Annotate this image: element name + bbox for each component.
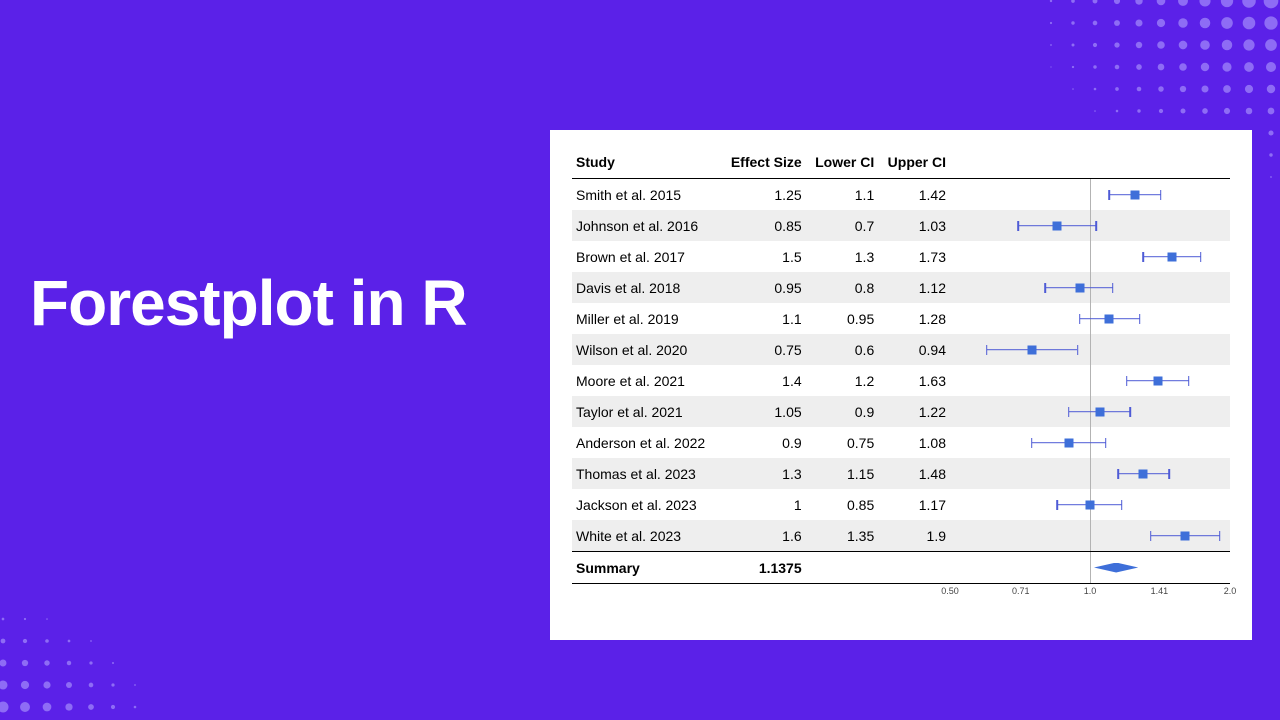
study-name: Johnson et al. 2016: [572, 210, 720, 241]
upper-ci: 1.17: [878, 489, 950, 520]
ci-plot: [950, 210, 1230, 241]
ci-plot: [950, 365, 1230, 396]
axis-tick: 1.0: [1084, 586, 1097, 596]
summary-plot: [950, 552, 1230, 584]
effect-size: 1.5: [720, 241, 805, 272]
effect-size: 0.95: [720, 272, 805, 303]
ci-plot: [950, 458, 1230, 489]
effect-size: 0.75: [720, 334, 805, 365]
effect-size: 1.1: [720, 303, 805, 334]
study-name: White et al. 2023: [572, 520, 720, 552]
effect-size: 1.6: [720, 520, 805, 552]
table-row: Brown et al. 20171.51.31.73: [572, 241, 1230, 272]
upper-ci: 1.28: [878, 303, 950, 334]
axis-tick: 1.41: [1151, 586, 1169, 596]
ci-plot: [950, 489, 1230, 520]
summary-row: Summary1.1375: [572, 552, 1230, 584]
table-row: Davis et al. 20180.950.81.12: [572, 272, 1230, 303]
axis-tick: 0.71: [1012, 586, 1030, 596]
col-study: Study: [572, 148, 720, 179]
effect-size: 1.25: [720, 179, 805, 211]
upper-ci: 1.63: [878, 365, 950, 396]
axis-tick: 2.0: [1224, 586, 1237, 596]
table-row: Thomas et al. 20231.31.151.48: [572, 458, 1230, 489]
upper-ci: 1.48: [878, 458, 950, 489]
study-name: Thomas et al. 2023: [572, 458, 720, 489]
study-name: Miller et al. 2019: [572, 303, 720, 334]
lower-ci: 0.9: [806, 396, 879, 427]
table-row: Smith et al. 20151.251.11.42: [572, 179, 1230, 211]
table-row: Taylor et al. 20211.050.91.22: [572, 396, 1230, 427]
upper-ci: 1.9: [878, 520, 950, 552]
ci-plot: [950, 520, 1230, 552]
ci-plot: [950, 272, 1230, 303]
upper-ci: 1.73: [878, 241, 950, 272]
upper-ci: 1.42: [878, 179, 950, 211]
axis-tick: 0.50: [941, 586, 959, 596]
table-row: White et al. 20231.61.351.9: [572, 520, 1230, 552]
table-row: Anderson et al. 20220.90.751.08: [572, 427, 1230, 458]
effect-size: 1.05: [720, 396, 805, 427]
table-row: Moore et al. 20211.41.21.63: [572, 365, 1230, 396]
decorative-dots-bottom: [0, 520, 270, 720]
ci-plot: [950, 396, 1230, 427]
upper-ci: 1.03: [878, 210, 950, 241]
table-row: Wilson et al. 20200.750.60.94: [572, 334, 1230, 365]
study-name: Jackson et al. 2023: [572, 489, 720, 520]
lower-ci: 1.2: [806, 365, 879, 396]
ci-plot: [950, 303, 1230, 334]
forestplot-panel: Study Effect Size Lower CI Upper CI Smit…: [550, 130, 1252, 640]
study-name: Taylor et al. 2021: [572, 396, 720, 427]
ci-plot: [950, 179, 1230, 211]
table-row: Johnson et al. 20160.850.71.03: [572, 210, 1230, 241]
col-upper: Upper CI: [878, 148, 950, 179]
ci-plot: [950, 241, 1230, 272]
upper-ci: 0.94: [878, 334, 950, 365]
summary-label: Summary: [572, 552, 720, 584]
lower-ci: 0.7: [806, 210, 879, 241]
col-lower: Lower CI: [806, 148, 879, 179]
effect-size: 1.4: [720, 365, 805, 396]
lower-ci: 0.75: [806, 427, 879, 458]
lower-ci: 0.8: [806, 272, 879, 303]
upper-ci: 1.12: [878, 272, 950, 303]
upper-ci: 1.22: [878, 396, 950, 427]
study-name: Davis et al. 2018: [572, 272, 720, 303]
study-name: Moore et al. 2021: [572, 365, 720, 396]
lower-ci: 1.3: [806, 241, 879, 272]
ci-plot: [950, 427, 1230, 458]
study-name: Anderson et al. 2022: [572, 427, 720, 458]
lower-ci: 0.85: [806, 489, 879, 520]
lower-ci: 1.1: [806, 179, 879, 211]
effect-size: 1.3: [720, 458, 805, 489]
table-row: Miller et al. 20191.10.951.28: [572, 303, 1230, 334]
study-name: Brown et al. 2017: [572, 241, 720, 272]
lower-ci: 0.95: [806, 303, 879, 334]
upper-ci: 1.08: [878, 427, 950, 458]
col-effect: Effect Size: [720, 148, 805, 179]
study-name: Wilson et al. 2020: [572, 334, 720, 365]
effect-size: 1: [720, 489, 805, 520]
ci-plot: [950, 334, 1230, 365]
forestplot-xaxis: 0.500.711.01.412.0: [950, 586, 1230, 612]
page-title: Forestplot in R: [30, 270, 530, 337]
effect-size: 0.9: [720, 427, 805, 458]
lower-ci: 1.35: [806, 520, 879, 552]
forestplot-table: Study Effect Size Lower CI Upper CI Smit…: [572, 148, 1230, 584]
study-name: Smith et al. 2015: [572, 179, 720, 211]
table-row: Jackson et al. 202310.851.17: [572, 489, 1230, 520]
summary-effect: 1.1375: [720, 552, 805, 584]
lower-ci: 0.6: [806, 334, 879, 365]
col-plot: [950, 148, 1230, 179]
effect-size: 0.85: [720, 210, 805, 241]
lower-ci: 1.15: [806, 458, 879, 489]
